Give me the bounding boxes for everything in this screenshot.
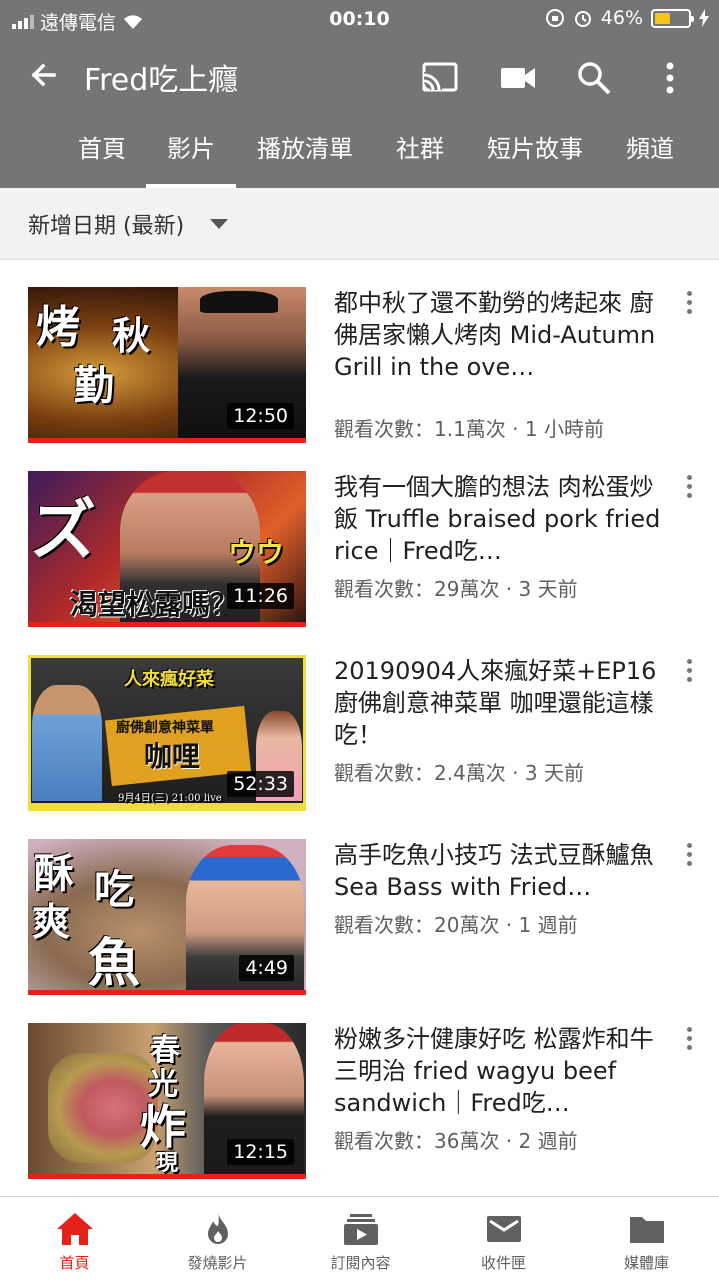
thumbnail-text: 渴望松露嗎？ [70,588,239,621]
tab-overflow[interactable]: ▮ [704,120,719,188]
nav-label: 收件匣 [480,1254,526,1272]
watch-progress-bar [28,622,306,627]
tab-channels[interactable]: 頻道 [608,120,692,188]
thumbnail-text: 9月4日(三) 21:00 live [118,793,222,804]
nav-label: 發燒影片 [187,1254,248,1272]
battery-percent: 46% [600,7,643,29]
search-button[interactable] [572,56,616,100]
nav-library[interactable]: 媒體庫 [575,1197,718,1280]
thumbnail-text: 勤 [74,362,114,409]
flame-icon [207,1213,228,1244]
thumbnail-text: 魚 [88,933,141,994]
thumbnail-text: 吃 [94,866,134,913]
thumbnail-text: 廚佛創意神菜單 [116,720,214,736]
video-more-button[interactable] [679,659,699,689]
video-meta: 觀看次數：1.1萬次 · 1 小時前 [334,417,604,441]
cap-shape [200,291,278,313]
bottom-navigation: 首頁 發燒影片 訂閱內容 收件匣 媒體庫 [0,1196,719,1280]
video-thumbnail[interactable]: ズ ウウ 渴望松露嗎？ 11:26 [28,471,306,627]
thumbnail-text: ズ [30,491,96,569]
video-duration: 52:33 [227,771,294,797]
video-meta: 觀看次數：29萬次 · 3 天前 [334,577,578,601]
rotation-lock-icon [545,9,564,27]
video-list-item[interactable]: ズ ウウ 渴望松露嗎？ 11:26 我有一個大膽的想法 肉松蛋炒飯 Truffl… [0,471,719,655]
folder-icon [629,1217,664,1243]
tab-stories[interactable]: 短片故事 [474,120,596,188]
subscriptions-icon [343,1214,378,1245]
video-thumbnail[interactable]: 春 光 炸 現 12:15 [28,1023,306,1179]
nav-subscriptions[interactable]: 訂閱內容 [289,1197,432,1280]
watch-progress-bar [28,990,306,995]
home-icon [56,1213,93,1245]
thumbnail-text: 咖哩 [144,740,201,773]
more-options-button[interactable] [648,56,692,100]
battery-fill [655,12,670,24]
video-list-item[interactable]: 烤 秋 勤 12:50 都中秋了還不勤勞的烤起來 廚佛居家懶人烤肉 Mid-Au… [0,287,719,471]
thumbnail-text: 人來瘋好菜 [124,669,214,690]
sort-label: 新增日期 (最新) [28,214,185,239]
nav-trending[interactable]: 發燒影片 [146,1197,289,1280]
video-list-item[interactable]: 酥 爽 吃 魚 4:49 高手吃魚小技巧 法式豆酥鱸魚Sea Bass with… [0,839,719,1023]
video-list-item[interactable]: 春 光 炸 現 12:15 粉嫩多汁健康好吃 松露炸和牛三明治 fried wa… [0,1023,719,1207]
nav-label: 媒體庫 [623,1254,669,1272]
thumbnail-text: 現 [156,1150,179,1176]
video-thumbnail[interactable]: 烤 秋 勤 12:50 [28,287,306,443]
status-right: 46% [545,7,709,29]
tab-home[interactable]: 首頁 [58,120,146,188]
video-camera-icon [501,68,535,88]
channel-header: Fred吃上癮 首頁 影片 播放清單 社群 短片故事 頻道 ▮ [0,40,719,188]
thumbnail-text: 烤 [36,302,80,353]
battery-icon [651,8,694,28]
status-bar: 遠傳電信 00:10 46% [0,0,719,40]
nav-label: 首頁 [59,1254,90,1272]
video-duration: 12:15 [227,1139,294,1165]
video-title[interactable]: 高手吃魚小技巧 法式豆酥鱸魚Sea Bass with Fried… [334,839,664,903]
watch-progress-bar [28,438,306,443]
tab-community[interactable]: 社群 [378,120,462,188]
video-more-button[interactable] [679,843,699,873]
upload-video-button[interactable] [496,56,540,100]
video-meta: 觀看次數：2.4萬次 · 3 天前 [334,761,584,785]
video-title[interactable]: 都中秋了還不勤勞的烤起來 廚佛居家懶人烤肉 Mid-Autumn Grill i… [334,287,664,383]
video-duration: 4:49 [239,955,294,981]
sort-dropdown[interactable]: 新增日期 (最新) [0,188,719,260]
search-icon [578,62,611,95]
back-arrow-icon [31,63,56,87]
nav-inbox[interactable]: 收件匣 [432,1197,575,1280]
video-more-button[interactable] [679,1027,699,1057]
alarm-icon [574,11,591,27]
more-vert-icon [666,62,674,94]
nav-home[interactable]: 首頁 [3,1197,146,1280]
tab-playlists[interactable]: 播放清單 [244,120,366,188]
thumbnail-text: 爽 [32,899,71,944]
channel-title: Fred吃上癮 [84,63,239,98]
thumbnail-text: 秋 [112,313,151,358]
charging-icon [699,9,709,27]
nav-label: 訂閱內容 [330,1254,391,1272]
video-thumbnail[interactable]: 人來瘋好菜 廚佛創意神菜單 咖哩 9月4日(三) 21:00 live 52:3… [28,655,306,811]
thumbnail-text: ウウ [228,536,285,569]
cast-button[interactable] [418,56,462,100]
video-title[interactable]: 20190904人來瘋好菜+EP16 廚佛創意神菜單 咖哩還能這樣吃！ [334,655,664,751]
video-duration: 12:50 [227,403,294,429]
video-list-item[interactable]: 人來瘋好菜 廚佛創意神菜單 咖哩 9月4日(三) 21:00 live 52:3… [0,655,719,839]
video-title[interactable]: 我有一個大膽的想法 肉松蛋炒飯 Truffle braised pork fri… [334,471,664,567]
back-button[interactable] [24,56,64,96]
video-more-button[interactable] [679,475,699,505]
video-title[interactable]: 粉嫩多汁健康好吃 松露炸和牛三明治 fried wagyu beef sandw… [334,1023,664,1119]
video-meta: 觀看次數：20萬次 · 1 週前 [334,913,578,937]
video-meta: 觀看次數：36萬次 · 2 週前 [334,1129,578,1153]
video-more-button[interactable] [679,291,699,321]
video-duration: 11:26 [227,583,294,609]
video-thumbnail[interactable]: 酥 爽 吃 魚 4:49 [28,839,306,995]
mail-icon [486,1216,521,1242]
thumbnail-host-left [32,685,102,801]
tab-videos[interactable]: 影片 [146,120,236,188]
cast-icon [422,62,458,92]
dropdown-caret-icon [210,219,228,229]
watch-progress-bar [28,1174,306,1179]
channel-tabs: 首頁 影片 播放清單 社群 短片故事 頻道 ▮ [0,120,719,188]
thumbnail-bottom-edge [28,806,306,811]
